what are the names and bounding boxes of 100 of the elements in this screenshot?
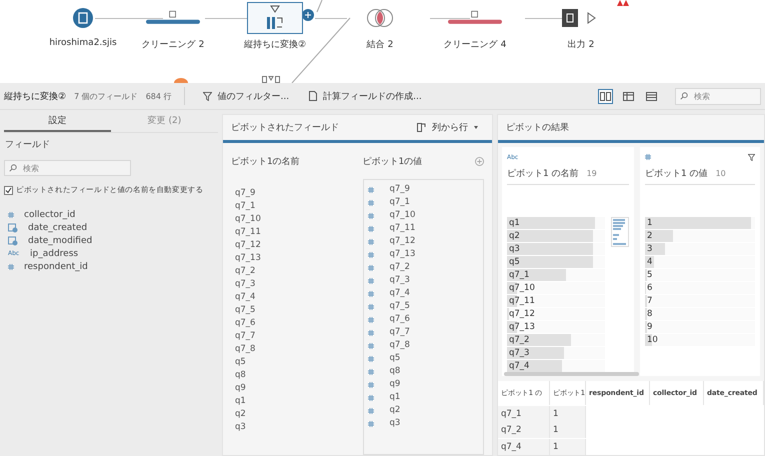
table-cell: q7_1 bbox=[498, 406, 550, 422]
pivot-value: q3 bbox=[388, 417, 400, 430]
pivot-name: q7_8 bbox=[234, 343, 256, 356]
venn-icon bbox=[366, 8, 394, 28]
table-icon bbox=[623, 92, 634, 100]
pivot-value: q2 bbox=[388, 404, 400, 417]
pivot-value: q1 bbox=[388, 391, 400, 404]
pivot-value: q5 bbox=[388, 352, 400, 365]
filter-icon[interactable] bbox=[748, 154, 755, 160]
bar-label: 8 bbox=[647, 308, 652, 320]
number-type-icon bbox=[368, 278, 374, 284]
bar-label: 2 bbox=[647, 230, 652, 242]
profile-count: 19 bbox=[586, 169, 597, 178]
bar-label: 6 bbox=[647, 282, 652, 294]
field-search[interactable]: 検索 bbox=[4, 160, 131, 176]
bar-label: 4 bbox=[647, 256, 652, 268]
number-type-icon bbox=[368, 304, 374, 310]
panel-title: ピボットの結果 bbox=[506, 122, 569, 134]
node-label: 出力 2 bbox=[568, 38, 594, 51]
bar-label: q7_4 bbox=[509, 360, 530, 372]
pivot-name: q2 bbox=[234, 408, 247, 421]
pivot-name: q7_9 bbox=[234, 187, 256, 200]
pivot-name: q5 bbox=[234, 356, 247, 369]
bar-label: q7_2 bbox=[509, 334, 530, 346]
pivot-value: q7_13 bbox=[388, 248, 416, 261]
number-type-icon bbox=[645, 154, 651, 160]
number-type-icon bbox=[368, 212, 374, 218]
pivot-name: q7_11 bbox=[234, 226, 262, 239]
number-type-icon bbox=[368, 200, 374, 206]
pivot-value: q7_1 bbox=[388, 196, 410, 209]
calc-field-button[interactable]: 計算フィールドの作成... bbox=[303, 88, 428, 104]
calendar-icon bbox=[8, 222, 18, 232]
pivot-value: q7_9 bbox=[388, 183, 410, 196]
bar-label: 5 bbox=[647, 269, 652, 281]
pivot-value: q7_2 bbox=[388, 261, 410, 274]
row-count: 684 行 bbox=[146, 90, 172, 102]
filter-icon bbox=[202, 92, 212, 100]
pivot-name: q9 bbox=[234, 382, 247, 395]
number-type-icon bbox=[368, 408, 374, 414]
number-type-icon bbox=[368, 186, 374, 192]
pivot-value: q7_4 bbox=[388, 287, 410, 300]
scrollbar[interactable] bbox=[504, 372, 639, 376]
table-cell: 1 bbox=[550, 422, 586, 438]
table-cell: q7_4 bbox=[498, 438, 550, 454]
settings-tab[interactable]: 設定 bbox=[4, 110, 111, 132]
bar-label: q7_12 bbox=[509, 308, 535, 320]
add-step-icon[interactable] bbox=[302, 9, 314, 21]
search-icon bbox=[9, 164, 17, 172]
number-type-icon bbox=[368, 394, 374, 400]
filter-button[interactable]: 値のフィルター... bbox=[196, 88, 296, 104]
pivot-name: q7_7 bbox=[234, 330, 256, 343]
node-label: hiroshima2.sjis bbox=[49, 38, 117, 48]
column-header: ピボット1の値 bbox=[362, 156, 422, 168]
profile-field-name: ピボット1 の値 bbox=[645, 168, 708, 180]
profile-count: 10 bbox=[716, 169, 726, 178]
pivot-name: q7_10 bbox=[234, 213, 262, 226]
pivot-value: q7_6 bbox=[388, 313, 410, 326]
bar-label: 9 bbox=[647, 321, 652, 333]
bar-label: q5 bbox=[509, 256, 520, 268]
circle-node-icon bbox=[174, 78, 188, 83]
search-field[interactable]: 検索 bbox=[675, 88, 761, 104]
pivot-value: q7_11 bbox=[388, 222, 416, 235]
pivot-name: q7_1 bbox=[234, 200, 256, 213]
node-label: クリーニング 2 bbox=[142, 39, 204, 51]
field-name: date_created bbox=[28, 222, 88, 232]
field-name: ip_address bbox=[30, 248, 78, 258]
bar-label: 7 bbox=[647, 295, 652, 307]
number-type-icon bbox=[368, 238, 374, 244]
calendar-icon bbox=[8, 236, 18, 246]
profile-field-name: ピボット1 の名前 bbox=[507, 168, 579, 180]
fields-label: フィールド bbox=[5, 139, 51, 151]
search-icon bbox=[680, 92, 688, 100]
step-name: 縦持ちに変換② bbox=[4, 90, 66, 102]
number-type-icon bbox=[8, 264, 14, 270]
bar-label: 3 bbox=[647, 243, 652, 255]
number-type-icon bbox=[368, 356, 374, 362]
profile-view-button[interactable] bbox=[598, 88, 613, 104]
pivot-mode-dropdown[interactable]: 列から行 bbox=[411, 119, 484, 136]
pivot-name: q7_2 bbox=[234, 265, 256, 278]
flow-node[interactable] bbox=[247, 2, 303, 34]
warning-icon bbox=[617, 0, 629, 6]
mini-scroll-preview bbox=[611, 217, 629, 247]
bar-label: q7_11 bbox=[509, 295, 535, 307]
pivot-name: q7_6 bbox=[234, 317, 256, 330]
checkbox[interactable] bbox=[4, 186, 13, 194]
table-cell: 1 bbox=[550, 438, 586, 454]
document-icon bbox=[309, 91, 318, 101]
step-icons bbox=[262, 76, 280, 83]
number-type-icon bbox=[368, 226, 374, 232]
column-header: ピボット1の名前 bbox=[231, 156, 301, 168]
number-type-icon bbox=[368, 252, 374, 258]
pivot-name: q8 bbox=[234, 369, 247, 382]
number-type-icon bbox=[368, 368, 374, 374]
number-type-icon bbox=[8, 212, 14, 218]
bar-label: q7_13 bbox=[509, 321, 535, 333]
bar-label: q3 bbox=[509, 243, 520, 255]
field-name: date_modified bbox=[28, 236, 92, 246]
pivot-value: q7_10 bbox=[388, 209, 416, 222]
node-label: クリーニング 4 bbox=[444, 39, 506, 51]
panel-title: ピボットされたフィールド bbox=[231, 122, 339, 134]
